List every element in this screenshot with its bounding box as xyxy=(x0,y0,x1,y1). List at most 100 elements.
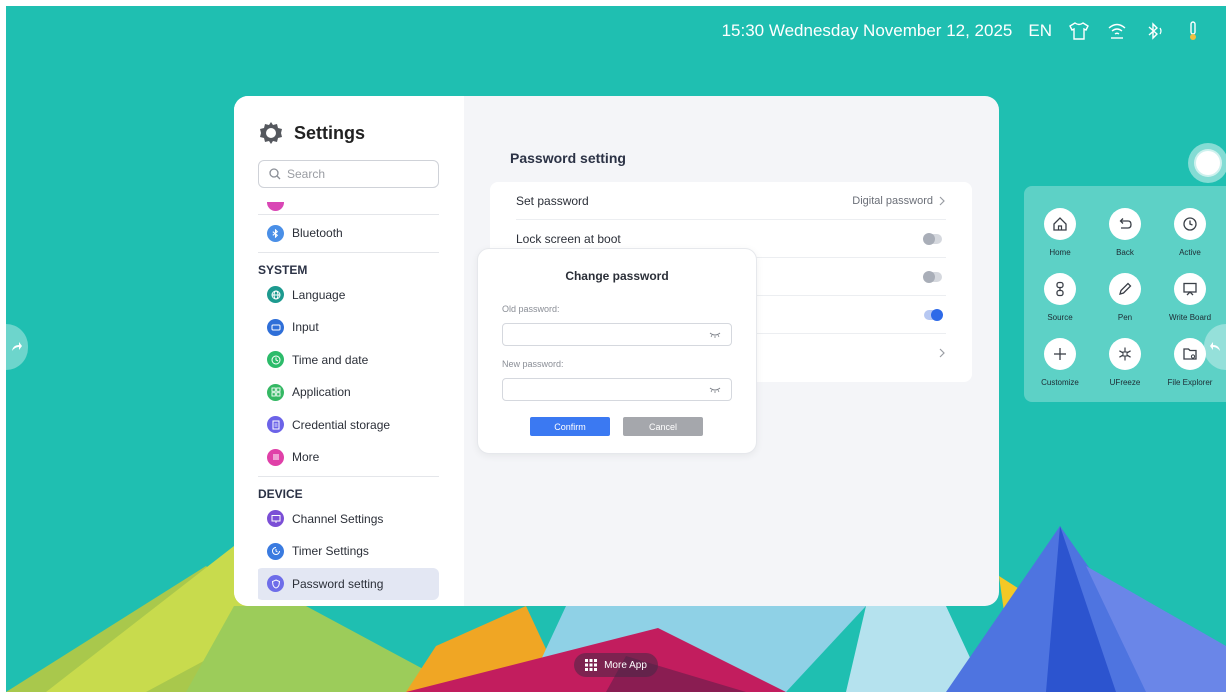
sidebar-item-label: Bluetooth xyxy=(292,226,343,241)
bluetooth-icon xyxy=(267,224,284,242)
quick-action-label: Customize xyxy=(1041,378,1079,387)
row-set-password[interactable]: Set password Digital password xyxy=(516,182,946,220)
sidebar-item-label: Credential storage xyxy=(292,417,391,432)
eye-closed-icon[interactable] xyxy=(709,332,721,338)
cancel-button[interactable]: Cancel xyxy=(623,417,703,436)
settings-header: Settings xyxy=(258,120,365,146)
quick-pen-button[interactable]: Pen xyxy=(1093,273,1157,322)
page-title: Password setting xyxy=(510,150,626,166)
shirt-icon[interactable] xyxy=(1068,20,1090,42)
quick-action-label: Source xyxy=(1047,313,1073,322)
sidebar-item-channel-settings[interactable]: Channel Settings xyxy=(258,503,439,536)
pen-icon xyxy=(1109,273,1141,305)
quick-write-board-button[interactable]: Write Board xyxy=(1158,273,1222,322)
sidebar-item-language[interactable]: Language xyxy=(258,279,439,312)
monitor-icon xyxy=(267,510,284,528)
sidebar-item-credential-storage[interactable]: Credential storage xyxy=(258,409,439,442)
old-password-input[interactable] xyxy=(502,323,732,346)
sidebar-item-label: Time and date xyxy=(292,352,369,367)
sidebar-item-more[interactable]: More xyxy=(258,441,439,474)
clock-icon xyxy=(267,351,284,369)
sidebar-item-label: More xyxy=(292,450,320,465)
settings-gear-icon xyxy=(260,122,282,144)
dialog-title: Change password xyxy=(565,269,669,283)
quick-ufreeze-button[interactable]: UFreeze xyxy=(1093,338,1157,387)
wifi-icon[interactable] xyxy=(1106,20,1128,42)
chevron-right-icon xyxy=(939,196,945,205)
sidebar-item-application[interactable]: Application xyxy=(258,376,439,409)
row-value: Digital password xyxy=(852,194,933,207)
source-icon xyxy=(1044,273,1076,305)
row-label: Lock screen at boot xyxy=(516,231,621,246)
shield-icon xyxy=(267,575,284,593)
quick-action-label: Back xyxy=(1116,248,1134,257)
apps-icon xyxy=(267,383,284,401)
quick-customize-button[interactable]: Customize xyxy=(1028,338,1092,387)
back-icon xyxy=(1109,208,1141,240)
apps-grid-icon xyxy=(585,659,598,671)
search-input[interactable]: Search xyxy=(258,160,439,188)
datetime-text: 15:30 Wednesday November 12, 2025 xyxy=(721,21,1013,40)
quick-action-label: Pen xyxy=(1117,313,1133,322)
sidebar-item-label: Input xyxy=(292,320,319,335)
sidebar-item-label: Timer Settings xyxy=(292,544,369,559)
quick-action-label: Home xyxy=(1049,248,1071,257)
sidebar-item-label: Channel Settings xyxy=(292,511,384,526)
system-section-header: SYSTEM xyxy=(258,262,308,277)
timer-icon xyxy=(267,542,284,560)
search-placeholder: Search xyxy=(287,167,326,181)
floating-assistive-ball[interactable] xyxy=(1188,143,1226,183)
quick-home-button[interactable]: Home xyxy=(1028,208,1092,257)
new-password-label: New password: xyxy=(502,359,564,369)
device-section-header: DEVICE xyxy=(258,486,303,501)
old-password-label: Old password: xyxy=(502,304,560,314)
sidebar-item-label: Password setting xyxy=(292,576,384,591)
settings-sidebar: Settings Search Bluetooth SYSTEM Languag… xyxy=(234,96,464,606)
search-icon xyxy=(269,168,281,180)
quick-active-button[interactable]: Active xyxy=(1158,208,1222,257)
sidebar-item-password-setting[interactable]: Password setting xyxy=(258,567,439,600)
quick-back-button[interactable]: Back xyxy=(1093,208,1157,257)
sidebar-list: Bluetooth SYSTEM Language Input Time and… xyxy=(258,202,439,606)
more-app-label: More App xyxy=(604,659,647,671)
sidebar-item-label: Application xyxy=(292,385,351,400)
sidebar-item-partial[interactable] xyxy=(258,202,439,212)
divider xyxy=(258,475,439,477)
sidebar-item-timer-settings[interactable]: Timer Settings xyxy=(258,535,439,568)
more-app-button[interactable]: More App xyxy=(574,653,658,677)
snowflake-icon xyxy=(1109,338,1141,370)
folder-icon xyxy=(1174,338,1206,370)
option-4-toggle[interactable] xyxy=(924,308,943,321)
quick-file-explorer-button[interactable]: File Explorer xyxy=(1158,338,1222,387)
menu-icon xyxy=(267,448,284,466)
sidebar-item-input[interactable]: Input xyxy=(258,311,439,344)
quick-action-label: Active xyxy=(1179,248,1201,257)
desktop: 15:30 Wednesday November 12, 2025 EN Set… xyxy=(6,6,1226,692)
option-3-toggle[interactable] xyxy=(923,270,942,283)
quick-action-label: Write Board xyxy=(1168,313,1212,322)
eye-closed-icon[interactable] xyxy=(709,387,721,393)
sidebar-item-bluetooth[interactable]: Bluetooth xyxy=(258,217,439,250)
whiteboard-icon xyxy=(1174,273,1206,305)
sidebar-item-time-and-date[interactable]: Time and date xyxy=(258,344,439,377)
quick-source-button[interactable]: Source xyxy=(1028,273,1092,322)
quick-action-label: File Explorer xyxy=(1167,378,1213,387)
sidebar-item-label: Language xyxy=(292,287,346,302)
thermometer-icon[interactable] xyxy=(1182,20,1204,42)
globe-icon xyxy=(267,286,284,304)
divider xyxy=(258,214,439,215)
lock-screen-toggle[interactable] xyxy=(923,232,942,245)
keyboard-icon xyxy=(267,318,284,336)
chevron-right-icon xyxy=(939,348,945,358)
forward-arrow-icon xyxy=(12,342,22,351)
status-bar: 15:30 Wednesday November 12, 2025 EN xyxy=(722,18,1204,44)
language-indicator[interactable]: EN xyxy=(1028,21,1052,41)
plus-icon xyxy=(1044,338,1076,370)
new-password-input[interactable] xyxy=(502,378,732,401)
settings-title: Settings xyxy=(294,122,366,143)
quick-action-label: UFreeze xyxy=(1109,378,1141,387)
quick-actions-panel: Home Back Active Source Pen Write Board … xyxy=(1024,186,1226,402)
confirm-button[interactable]: Confirm xyxy=(530,417,610,436)
bluetooth-icon[interactable] xyxy=(1144,20,1166,42)
row-label: Set password xyxy=(516,193,589,208)
